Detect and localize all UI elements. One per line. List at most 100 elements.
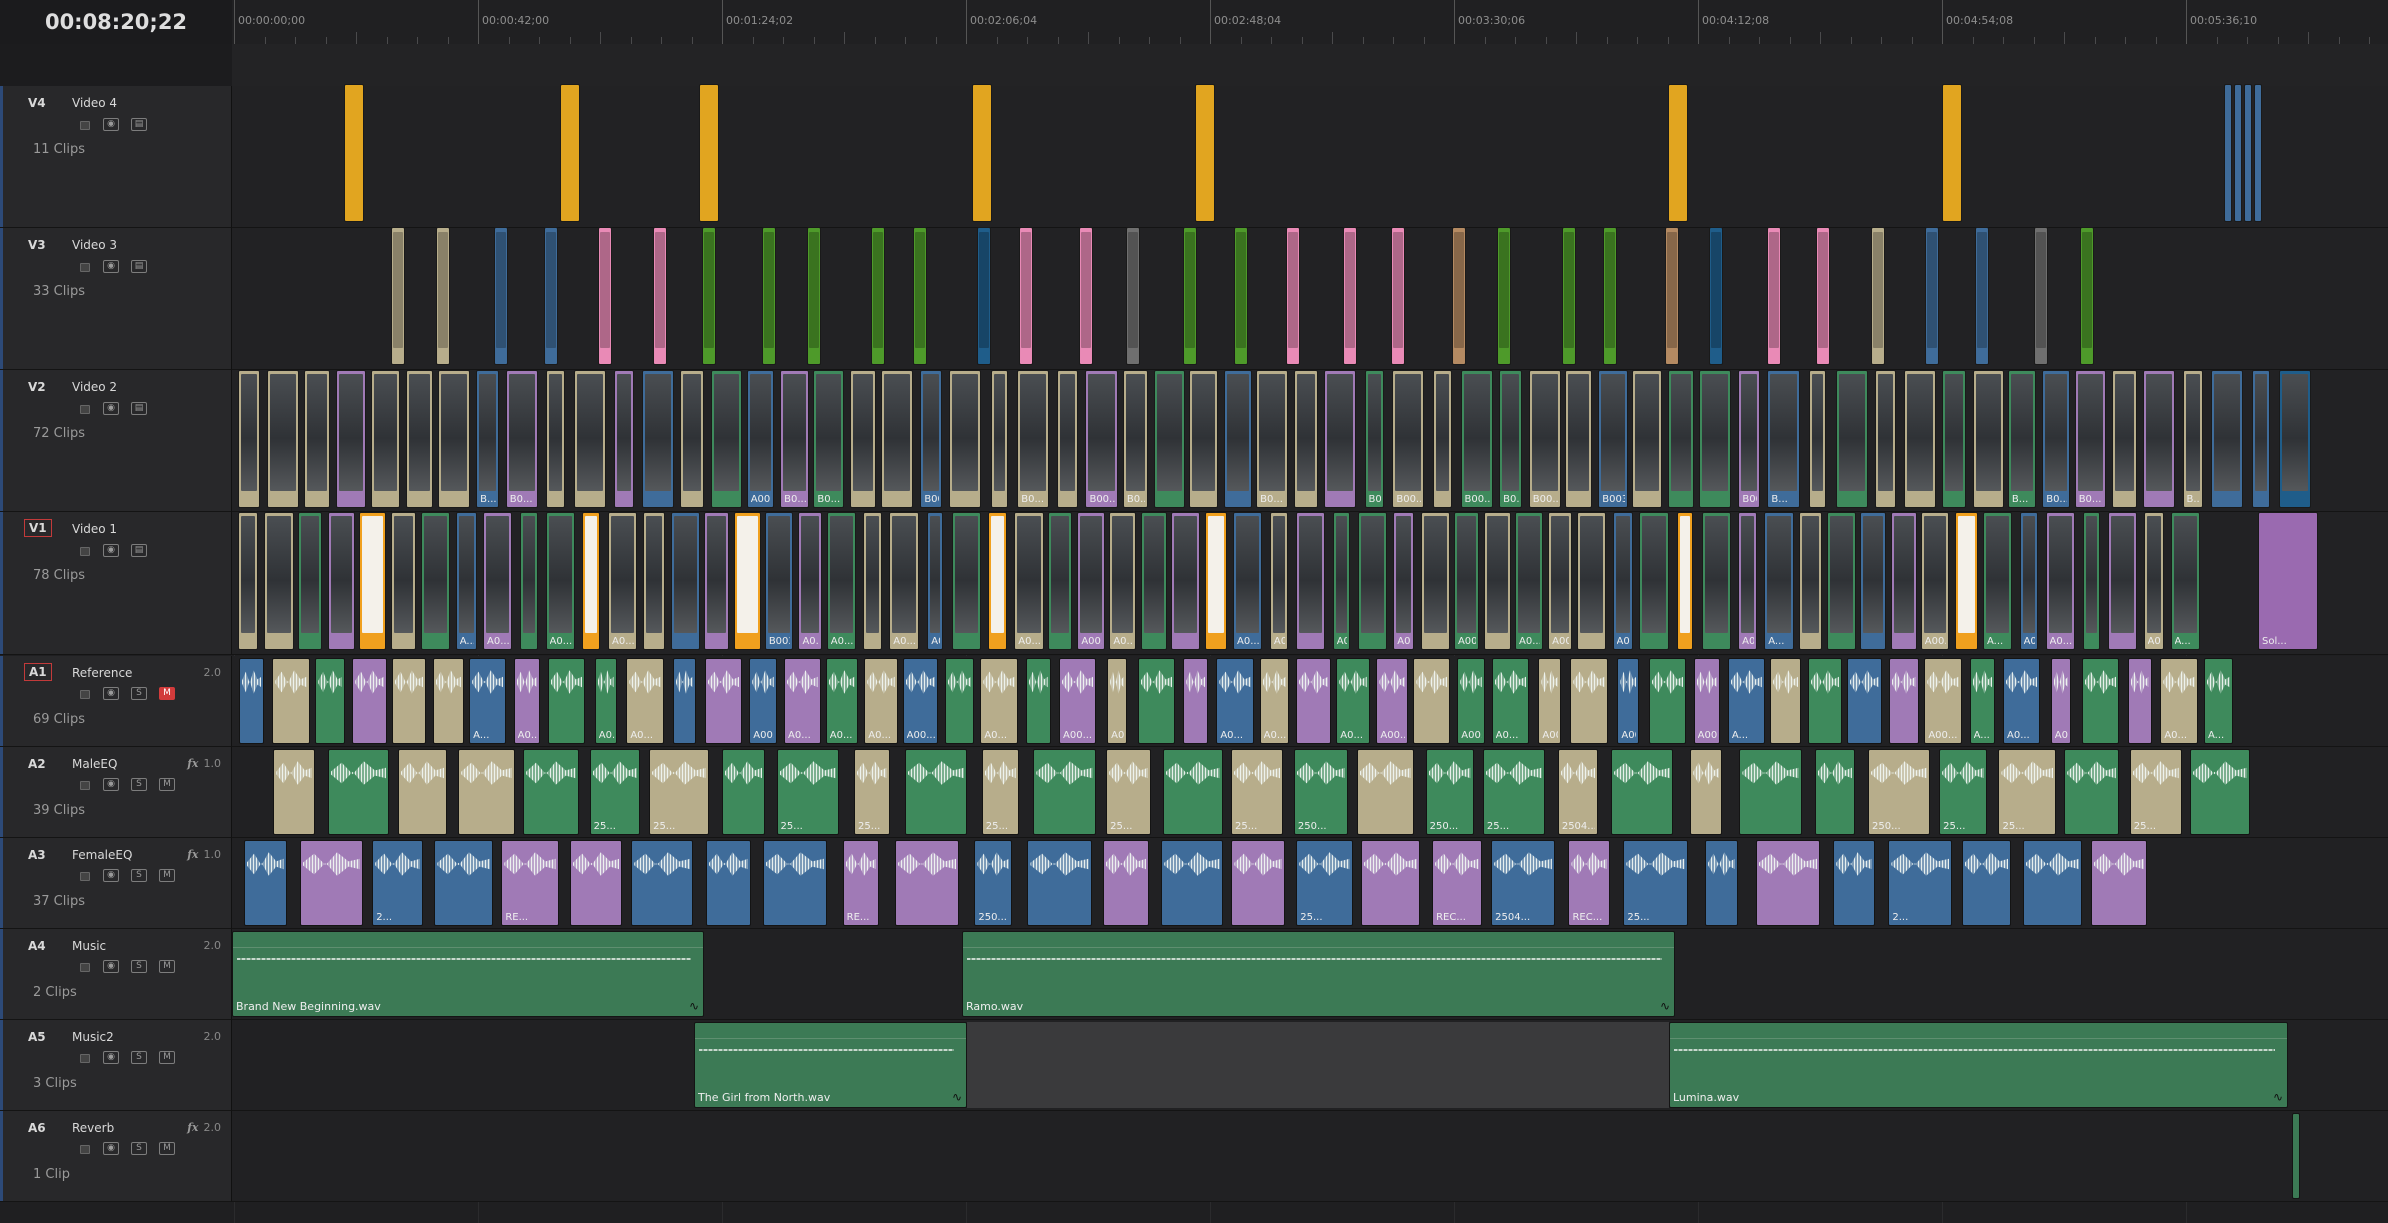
video-clip[interactable]	[1234, 227, 1249, 365]
filmstrip-icon[interactable]: ▤	[131, 402, 147, 415]
video-clip[interactable]: B0...	[813, 370, 845, 508]
audio-clip[interactable]	[1961, 840, 2012, 926]
video-clip[interactable]	[2079, 227, 2094, 365]
track-name[interactable]: Music2	[72, 1030, 114, 1044]
audio-clip[interactable]	[1360, 840, 1421, 926]
video-clip[interactable]	[972, 84, 992, 222]
video-clip[interactable]	[1668, 84, 1688, 222]
video-clip[interactable]	[652, 227, 667, 365]
audio-clip[interactable]	[327, 749, 389, 835]
audio-clip[interactable]: 2...	[1888, 840, 1953, 926]
video-clip[interactable]	[546, 370, 566, 508]
video-clip[interactable]	[597, 227, 612, 365]
music-clip[interactable]: Lumina.wav ∿	[1669, 1022, 2288, 1108]
video-clip[interactable]	[573, 370, 607, 508]
track-name[interactable]: Reverb	[72, 1121, 114, 1135]
audio-clip[interactable]: 250...	[974, 840, 1013, 926]
track-id[interactable]: A1	[24, 663, 52, 681]
audio-clip[interactable]	[315, 658, 346, 744]
video-clip[interactable]	[1205, 512, 1228, 650]
video-clip[interactable]	[336, 370, 367, 508]
video-clip[interactable]	[990, 370, 1008, 508]
eye-icon[interactable]: ◉	[103, 118, 119, 131]
audio-clip[interactable]: A0...	[2003, 658, 2041, 744]
eye-icon[interactable]: ◉	[103, 869, 119, 882]
audio-clip[interactable]: 25...	[1482, 749, 1545, 835]
video-clip[interactable]	[1390, 227, 1405, 365]
video-clip[interactable]	[1875, 370, 1897, 508]
video-clip[interactable]	[701, 227, 716, 365]
video-clip[interactable]	[1890, 512, 1917, 650]
audio-clip[interactable]	[1231, 840, 1285, 926]
video-clip[interactable]: B003...	[764, 512, 793, 650]
eye-icon[interactable]: ◉	[103, 1142, 119, 1155]
audio-clip[interactable]: A00...	[1693, 658, 1721, 744]
audio-clip[interactable]	[673, 658, 696, 744]
audio-clip[interactable]	[547, 658, 585, 744]
audio-clip[interactable]	[721, 749, 766, 835]
track-id[interactable]: A5	[28, 1030, 46, 1044]
video-clip[interactable]: B00...	[1528, 370, 1561, 508]
video-clip[interactable]: A0...	[2019, 512, 2039, 650]
audio-clip[interactable]: A003...	[1617, 658, 1640, 744]
audio-clip[interactable]	[1846, 658, 1882, 744]
audio-clip[interactable]: 250...	[1293, 749, 1349, 835]
video-clip[interactable]: A0...	[1014, 512, 1044, 650]
video-clip[interactable]	[1079, 227, 1094, 365]
audio-clip[interactable]: A00...	[1538, 658, 1561, 744]
audio-clip[interactable]	[895, 840, 960, 926]
video-clip[interactable]: A00...	[1393, 512, 1415, 650]
mute-button[interactable]: M	[159, 1051, 175, 1064]
video-clip[interactable]: A0...	[826, 512, 856, 650]
video-clip[interactable]	[1496, 227, 1511, 365]
video-clip[interactable]	[871, 227, 886, 365]
video-clip[interactable]: A0...	[1332, 512, 1351, 650]
video-clip[interactable]	[1420, 512, 1450, 650]
audio-clip[interactable]: RE...	[842, 840, 880, 926]
audio-clip[interactable]	[2127, 658, 2152, 744]
video-clip[interactable]	[670, 512, 700, 650]
audio-clip[interactable]	[1027, 840, 1092, 926]
audio-clip[interactable]	[2022, 840, 2083, 926]
audio-clip[interactable]: A0...	[1216, 658, 1254, 744]
video-clip[interactable]	[2244, 84, 2252, 222]
video-clip[interactable]	[642, 370, 675, 508]
video-clip[interactable]	[850, 370, 876, 508]
video-clip[interactable]: A0...	[608, 512, 638, 650]
track-name[interactable]: Video 3	[72, 238, 117, 252]
audio-clip[interactable]: 2504...	[1557, 749, 1599, 835]
video-clip[interactable]	[304, 370, 331, 508]
eye-icon[interactable]: ◉	[103, 402, 119, 415]
audio-clip[interactable]: 25...	[1296, 840, 1353, 926]
video-clip[interactable]	[1484, 512, 1512, 650]
lock-icon[interactable]	[80, 1145, 90, 1154]
video-clip[interactable]	[1972, 370, 2004, 508]
video-clip[interactable]: A0...	[545, 512, 575, 650]
solo-button[interactable]: S	[131, 960, 147, 973]
audio-clip[interactable]: 25...	[1231, 749, 1283, 835]
video-clip[interactable]: A0...	[1233, 512, 1263, 650]
video-clip[interactable]	[1295, 512, 1325, 650]
mute-button[interactable]: M	[159, 1142, 175, 1155]
track-header-v2[interactable]: V2 Video 2 72 Clips ◉ ▤	[0, 370, 232, 512]
audio-clip[interactable]: A00...	[1457, 658, 1485, 744]
video-clip[interactable]	[2083, 512, 2100, 650]
audio-clip[interactable]: A0...	[626, 658, 664, 744]
video-clip[interactable]	[710, 370, 743, 508]
video-clip[interactable]	[1141, 512, 1167, 650]
music-clip[interactable]: Brand New Beginning.wav ∿	[232, 931, 704, 1017]
audio-clip[interactable]	[1137, 658, 1175, 744]
video-clip[interactable]	[267, 370, 300, 508]
video-clip[interactable]	[237, 512, 258, 650]
audio-clip[interactable]	[458, 749, 516, 835]
filmstrip-icon[interactable]: ▤	[131, 118, 147, 131]
video-clip[interactable]	[1056, 370, 1079, 508]
video-clip[interactable]	[1974, 227, 1989, 365]
track-name[interactable]: Video 4	[72, 96, 117, 110]
track-header-a4[interactable]: A4 Music 2 Clips ◉ S M 2.0	[0, 929, 232, 1020]
audio-clip[interactable]: A...	[2203, 658, 2233, 744]
video-clip[interactable]: A0...	[1515, 512, 1543, 650]
audio-clip[interactable]: A0...	[980, 658, 1018, 744]
track-id[interactable]: A2	[28, 757, 46, 771]
video-clip[interactable]	[494, 227, 509, 365]
